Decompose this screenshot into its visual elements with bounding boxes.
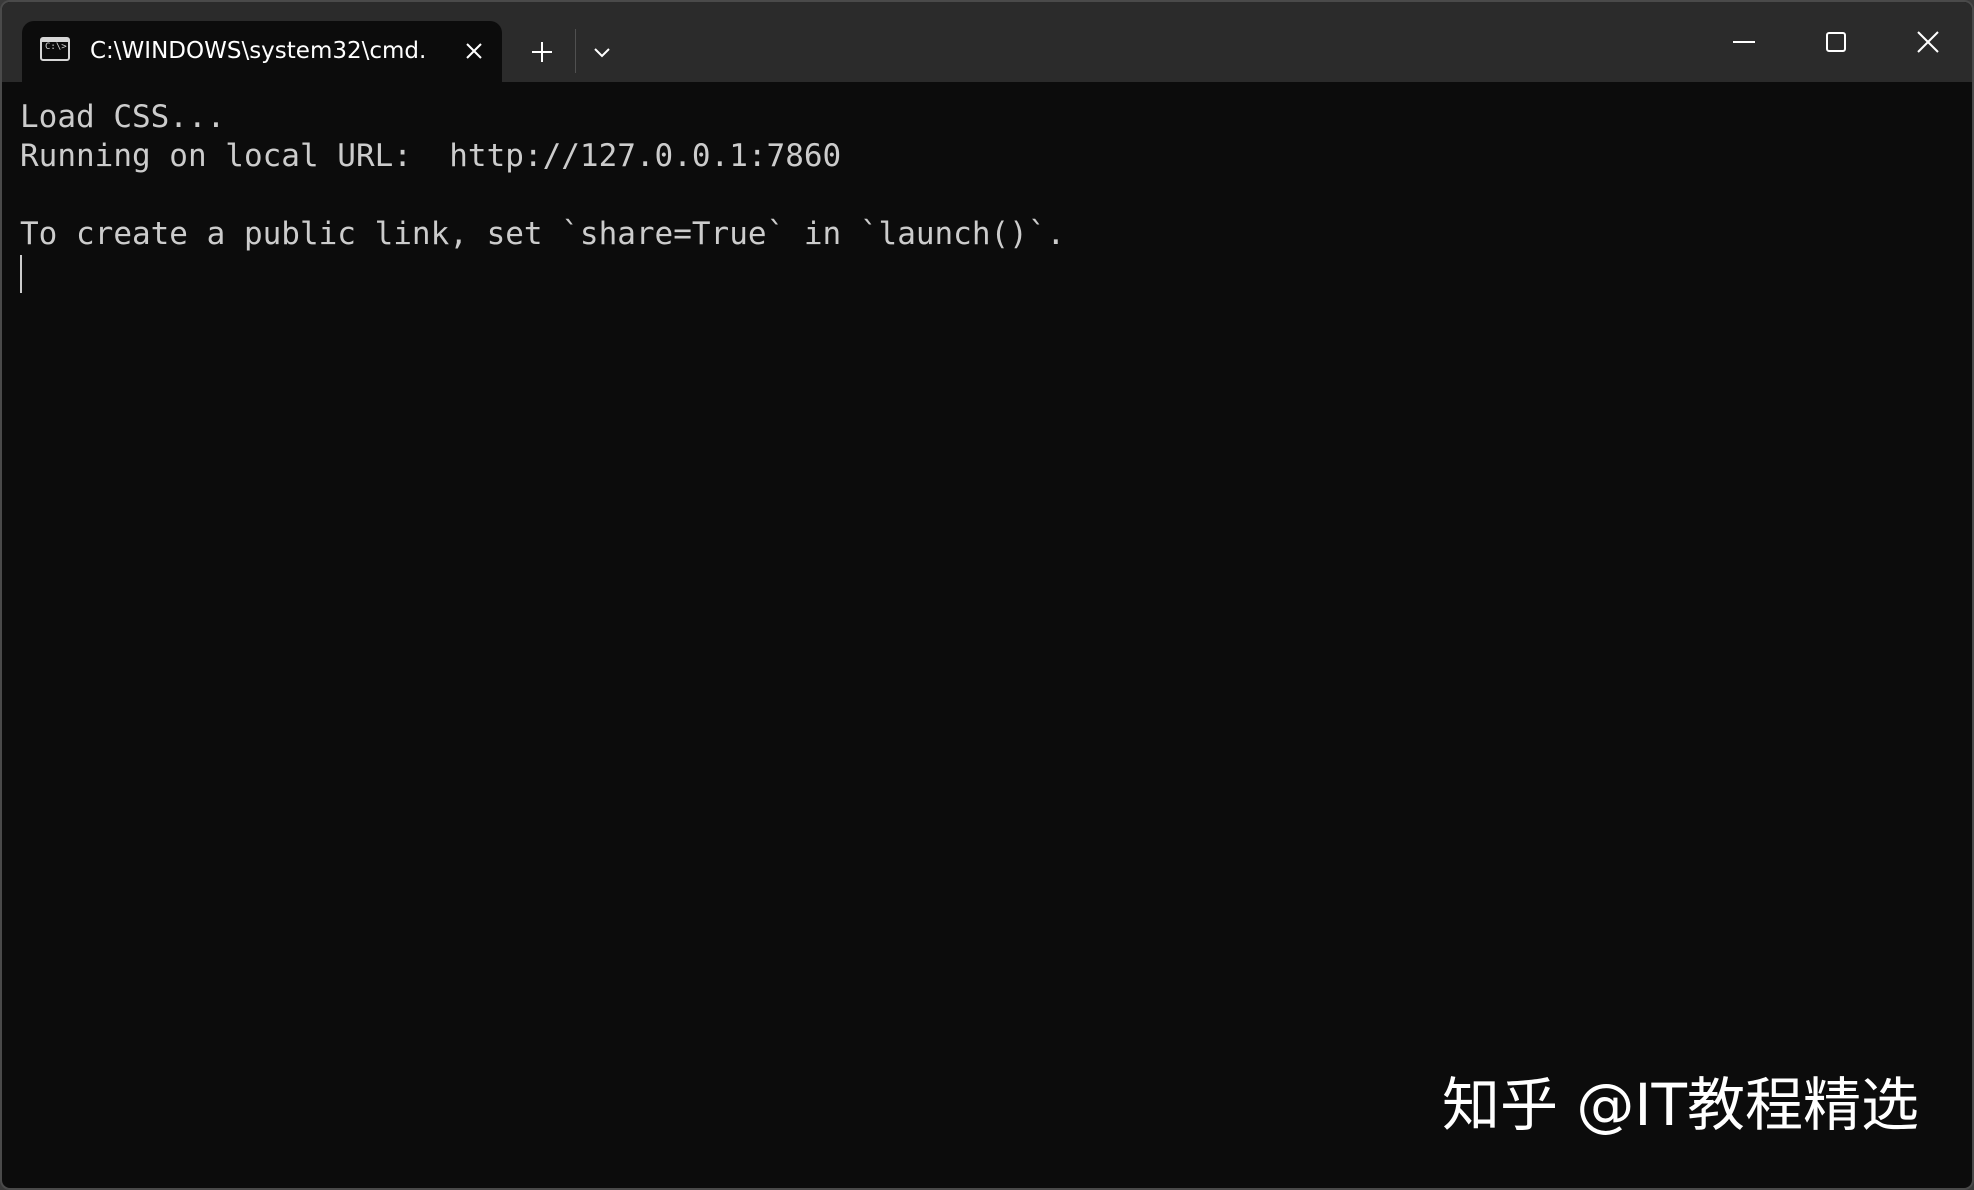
tab-cmd[interactable]: C:\> C:\WINDOWS\system32\cmd. — [22, 21, 502, 82]
close-icon — [1917, 31, 1939, 53]
new-tab-button[interactable] — [522, 32, 562, 72]
chevron-down-icon — [594, 48, 610, 58]
close-icon — [466, 43, 482, 59]
text-cursor — [20, 255, 22, 293]
watermark: 知乎 @IT教程精选 — [1442, 1071, 1919, 1139]
plus-icon — [532, 42, 552, 62]
minimize-icon — [1733, 41, 1755, 43]
console-line: To create a public link, set `share=True… — [20, 216, 1066, 252]
console-output[interactable]: Load CSS... Running on local URL: http:/… — [20, 98, 1972, 1188]
console-line: Load CSS... — [20, 99, 226, 135]
tab-dropdown-button[interactable] — [582, 32, 622, 72]
tab-icon-prompt: C:\> — [45, 42, 67, 52]
terminal-window: C:\> C:\WINDOWS\system32\cmd. Load CSS..… — [0, 0, 1974, 1190]
title-bar[interactable]: C:\> C:\WINDOWS\system32\cmd. — [2, 2, 1972, 82]
tab-title: C:\WINDOWS\system32\cmd. — [90, 38, 427, 64]
close-tab-button[interactable] — [458, 35, 490, 67]
cmd-terminal-icon: C:\> — [40, 37, 70, 61]
minimize-button[interactable] — [1724, 22, 1764, 62]
close-window-button[interactable] — [1908, 22, 1948, 62]
maximize-button[interactable] — [1816, 22, 1856, 62]
console-line: Running on local URL: http://127.0.0.1:7… — [20, 138, 842, 174]
maximize-icon — [1826, 32, 1846, 52]
titlebar-divider — [575, 29, 576, 73]
